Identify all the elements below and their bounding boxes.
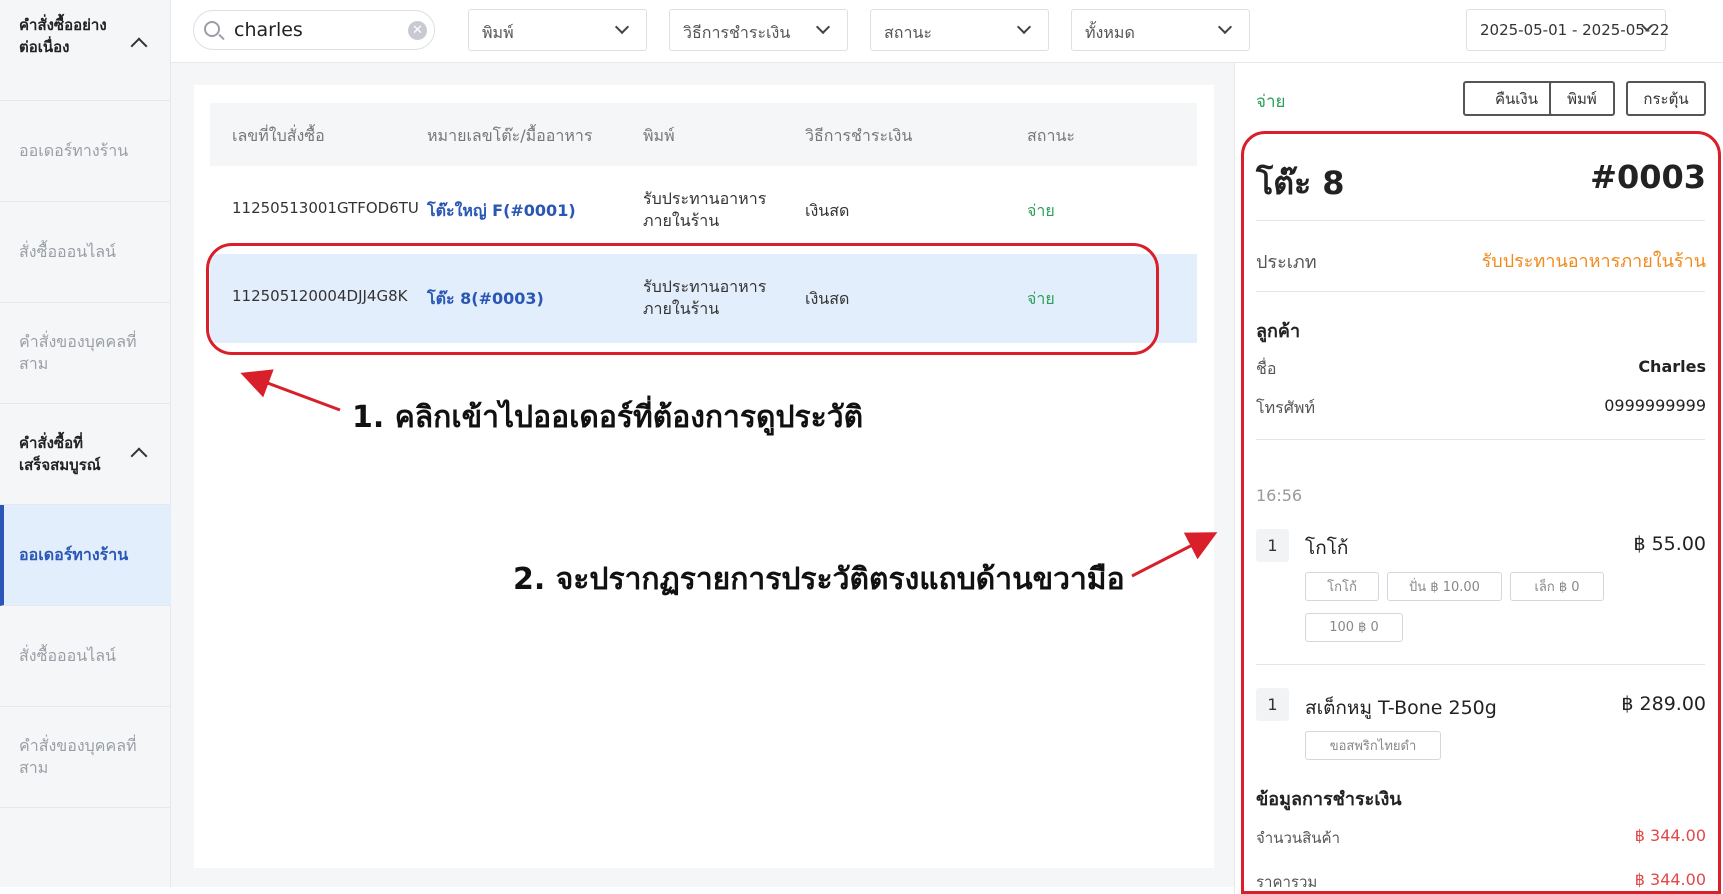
order-number: 11250513001GTFOD6TU: [232, 199, 419, 217]
divider: [1256, 664, 1705, 665]
dropdown-label: พิมพ์: [482, 23, 514, 42]
sidebar-item-online-orders[interactable]: สั่งซื้อออนไลน์: [0, 202, 171, 303]
item-quantity: 1: [1256, 529, 1289, 562]
order-number: 112505120004DJJ4G8K: [232, 287, 408, 305]
item-quantity: 1: [1256, 688, 1289, 721]
dropdown-label: ทั้งหมด: [1085, 23, 1135, 42]
table-header: เลขที่ใบสั่งซื้อ หมายเลขโต๊ะ/มื้ออาหาร พ…: [210, 103, 1197, 166]
name-value: Charles: [1638, 357, 1706, 376]
sidebar-item-label: สั่งซื้อออนไลน์: [19, 646, 116, 665]
type-dropdown[interactable]: พิมพ์: [468, 9, 647, 51]
chevron-up-icon[interactable]: [130, 447, 148, 465]
chevron-down-icon: [1217, 19, 1233, 35]
quantity-value: ฿ 344.00: [1634, 826, 1706, 845]
instruction-step-2: 2. จะปรากฏรายการประวัติตรงแถบด้านขวามือ: [513, 562, 1125, 597]
chevron-up-icon[interactable]: [130, 37, 148, 55]
option-chip: ขอสพริกไทยดำ: [1305, 731, 1441, 760]
sidebar-item-completed-online-orders[interactable]: สั่งซื้อออนไลน์: [0, 606, 171, 707]
option-chip: โกโก้: [1305, 572, 1379, 601]
sidebar-group-completed[interactable]: คำสั่งซื้อที่เสร็จสมบูรณ์: [0, 404, 171, 505]
order-status: จ่าย: [1256, 92, 1286, 112]
sidebar-item-label: ออเดอร์ทางร้าน: [19, 545, 129, 564]
divider: [1256, 291, 1705, 292]
chevron-down-icon: [614, 19, 630, 35]
print-button[interactable]: พิมพ์: [1549, 81, 1615, 116]
divider: [1256, 439, 1705, 440]
sidebar-item-label: คำสั่งของบุคคลที่สาม: [19, 736, 137, 777]
type-label: ประเภท: [1256, 252, 1317, 273]
option-chip: เล็ก ฿ 0: [1510, 572, 1604, 601]
date-range-label: 2025-05-01 - 2025-05-22: [1480, 21, 1670, 39]
name-label: ชื่อ: [1256, 359, 1277, 378]
item-price: ฿ 289.00: [1621, 693, 1706, 715]
all-dropdown[interactable]: ทั้งหมด: [1071, 9, 1250, 51]
total-label: ราคารวม: [1256, 873, 1318, 891]
column-header: หมายเลขโต๊ะ/มื้ออาหาร: [427, 126, 593, 145]
search-icon: [204, 21, 220, 37]
sidebar-item-store-orders[interactable]: ออเดอร์ทางร้าน: [0, 101, 171, 202]
sidebar-group-label: คำสั่งซื้ออย่างต่อเนื่อง: [19, 16, 107, 56]
payment-dropdown[interactable]: วิธีการชำระเงิน: [669, 9, 848, 51]
item-name: โกโก้: [1305, 537, 1349, 559]
table-link[interactable]: โต๊ะใหญ่ F(#0001): [427, 199, 576, 224]
table-row[interactable]: 11250513001GTFOD6TU โต๊ะใหญ่ F(#0001) รั…: [210, 166, 1197, 255]
button-label: พิมพ์: [1567, 89, 1597, 108]
date-range-picker[interactable]: 2025-05-01 - 2025-05-22: [1466, 9, 1670, 51]
order-type: รับประทานอาหารภายในร้าน: [643, 189, 767, 230]
sidebar-item-completed-third-party-orders[interactable]: คำสั่งของบุคคลที่สาม: [0, 707, 171, 808]
phone-value: 0999999999: [1604, 396, 1706, 415]
order-type: รับประทานอาหารภายในร้าน: [643, 277, 767, 318]
detail-table-name: โต๊ะ 8: [1256, 164, 1345, 202]
table-row-selected[interactable]: 112505120004DJJ4G8K โต๊ะ 8(#0003) รับประ…: [210, 254, 1197, 343]
order-time: 16:56: [1256, 486, 1303, 505]
column-header: วิธีการชำระเงิน: [805, 126, 913, 145]
item-price: ฿ 55.00: [1633, 533, 1706, 555]
search-value: charles: [234, 19, 303, 41]
button-label: คืนเงิน: [1495, 89, 1538, 108]
sidebar-item-label: สั่งซื้อออนไลน์: [19, 242, 116, 261]
button-label: กระตุ้น: [1643, 89, 1689, 108]
option-chip: 100 ฿ 0: [1305, 613, 1403, 642]
phone-label: โทรศัพท์: [1256, 398, 1315, 417]
payment-section-title: ข้อมูลการชำระเงิน: [1256, 789, 1402, 810]
quantity-label: จำนวนสินค้า: [1256, 829, 1341, 847]
detail-order-id: #0003: [1590, 158, 1706, 196]
dropdown-label: วิธีการชำระเงิน: [683, 23, 791, 42]
type-value: รับประทานอาหารภายในร้าน: [1481, 251, 1706, 272]
sidebar-item-third-party-orders[interactable]: คำสั่งของบุคคลที่สาม: [0, 303, 171, 404]
total-value: ฿ 344.00: [1634, 870, 1706, 889]
dropdown-label: สถานะ: [884, 23, 932, 42]
column-header: สถานะ: [1027, 126, 1075, 145]
chevron-down-icon: [1016, 19, 1032, 35]
column-header: เลขที่ใบสั่งซื้อ: [232, 126, 325, 145]
filter-bar: charles ✕ พิมพ์ วิธีการชำระเงิน สถานะ ทั…: [171, 0, 1723, 63]
customer-section-title: ลูกค้า: [1256, 321, 1301, 342]
payment-method: เงินสด: [805, 201, 850, 220]
table-link[interactable]: โต๊ะ 8(#0003): [427, 287, 544, 312]
sidebar-item-label: คำสั่งของบุคคลที่สาม: [19, 332, 137, 373]
sidebar-group-ongoing[interactable]: คำสั่งซื้ออย่างต่อเนื่อง: [0, 0, 171, 101]
column-header: พิมพ์: [643, 126, 675, 145]
option-chip: ปั่น ฿ 10.00: [1387, 572, 1502, 601]
sidebar: คำสั่งซื้ออย่างต่อเนื่อง ออเดอร์ทางร้าน …: [0, 0, 171, 887]
instruction-step-1: 1. คลิกเข้าไปออเดอร์ที่ต้องการดูประวัติ: [352, 400, 864, 435]
chevron-down-icon: [815, 19, 831, 35]
divider: [1256, 220, 1705, 221]
status-dropdown[interactable]: สถานะ: [870, 9, 1049, 51]
status-badge: จ่าย: [1027, 289, 1055, 308]
item-name: สเต็กหมู T-Bone 250g: [1305, 697, 1497, 719]
sidebar-item-label: ออเดอร์ทางร้าน: [19, 141, 129, 160]
sidebar-group-label: คำสั่งซื้อที่เสร็จสมบูรณ์: [19, 434, 101, 474]
sidebar-item-completed-store-orders[interactable]: ออเดอร์ทางร้าน: [0, 505, 171, 606]
remind-button[interactable]: กระตุ้น: [1626, 81, 1706, 116]
clear-icon[interactable]: ✕: [408, 21, 427, 40]
status-badge: จ่าย: [1027, 201, 1055, 220]
search-input[interactable]: charles ✕: [193, 10, 435, 50]
payment-method: เงินสด: [805, 289, 850, 308]
app-window: คำสั่งซื้ออย่างต่อเนื่อง ออเดอร์ทางร้าน …: [0, 0, 1723, 894]
